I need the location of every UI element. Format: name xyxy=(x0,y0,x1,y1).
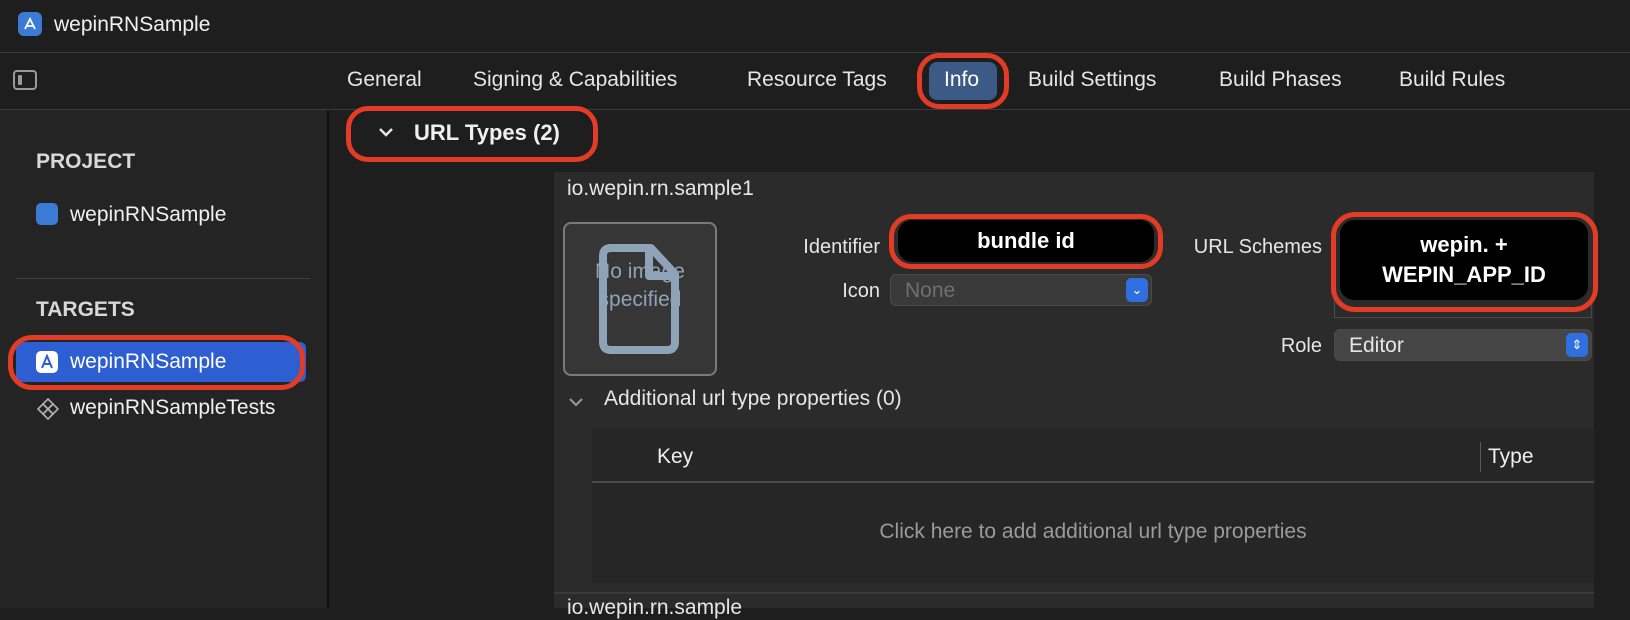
tab-build-settings[interactable]: Build Settings xyxy=(1028,68,1156,92)
table-empty-hint[interactable]: Click here to add additional url type pr… xyxy=(592,520,1594,544)
column-header-key[interactable]: Key xyxy=(657,445,693,469)
annotation-ring-url-schemes xyxy=(1331,212,1598,312)
url-schemes-label: URL Schemes xyxy=(1193,236,1322,258)
xcode-project-icon xyxy=(36,203,58,225)
role-popup-value: Editor xyxy=(1349,334,1404,357)
panel-divider xyxy=(554,592,1594,594)
tab-resource-tags[interactable]: Resource Tags xyxy=(747,68,887,92)
tab-build-phases[interactable]: Build Phases xyxy=(1219,68,1342,92)
icon-popup[interactable]: None ⌄ xyxy=(890,274,1152,306)
identifier-label: Identifier xyxy=(803,236,880,258)
title-bar xyxy=(0,0,1630,53)
column-header-type[interactable]: Type xyxy=(1488,445,1534,469)
chevron-down-icon[interactable] xyxy=(376,122,396,147)
tab-general[interactable]: General xyxy=(347,68,422,92)
xcode-app-icon xyxy=(18,12,42,36)
additional-properties-title[interactable]: Additional url type properties (0) xyxy=(604,387,902,411)
sidebar-divider xyxy=(16,278,310,279)
url-type-entry-title: io.wepin.rn.sample1 xyxy=(567,177,754,200)
no-image-placeholder: No image specified xyxy=(595,260,685,311)
column-separator xyxy=(1480,442,1481,472)
project-section-header: PROJECT xyxy=(36,150,136,173)
icon-popup-value: None xyxy=(905,279,956,302)
window-title: wepinRNSample xyxy=(54,13,211,36)
targets-section-header: TARGETS xyxy=(36,298,135,321)
table-header xyxy=(592,429,1594,483)
annotation-ring-identifier xyxy=(889,214,1163,269)
sidebar-toggle-icon[interactable] xyxy=(13,70,37,90)
url-types-section-title[interactable]: URL Types (2) xyxy=(414,120,560,146)
url-type-entry-title-next: io.wepin.rn.sample xyxy=(567,596,743,619)
tab-info[interactable]: Info xyxy=(944,68,979,92)
sidebar-item-target-tests[interactable]: wepinRNSampleTests xyxy=(70,396,275,420)
sidebar-item-project[interactable]: wepinRNSample xyxy=(70,203,226,227)
tab-build-rules[interactable]: Build Rules xyxy=(1399,68,1505,92)
tab-signing-capabilities[interactable]: Signing & Capabilities xyxy=(473,68,677,92)
test-target-icon xyxy=(36,397,60,426)
role-popup[interactable]: Editor ⇕ xyxy=(1334,329,1592,361)
icon-label: Icon xyxy=(842,280,880,302)
role-label: Role xyxy=(1280,335,1322,357)
chevron-down-icon[interactable] xyxy=(566,392,586,417)
annotation-ring-target xyxy=(8,335,305,390)
popup-chevron-icon: ⌄ xyxy=(1126,278,1148,302)
popup-chevron-icon: ⇕ xyxy=(1566,333,1588,357)
